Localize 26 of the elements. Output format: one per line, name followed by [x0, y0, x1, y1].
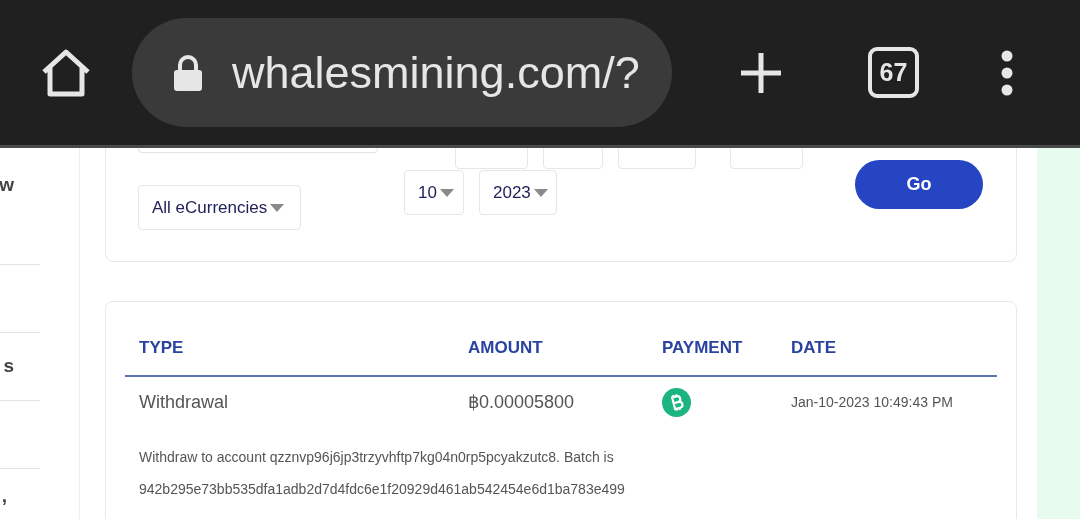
- menu-icon[interactable]: [1001, 49, 1013, 96]
- new-tab-icon[interactable]: [739, 50, 783, 95]
- bitcoin-icon: [662, 387, 691, 417]
- url-text: whalesmining.com/?: [232, 46, 640, 99]
- dropdown-caret-icon: [439, 188, 454, 197]
- amount-cell: ฿0.00005800: [454, 376, 648, 427]
- transaction-description: Withdraw to account qzznvp96j6jp3trzyvhftp7kg04n0rp5pcyakzutc8. Batch is 942b295e73bb535dfa1adb2d7d4fdc6e1f20929d461ab542454e6d1ba783e499: [139, 448, 626, 499]
- date-cell: Jan-10-2023 10:49:43 PM: [777, 376, 997, 427]
- type-cell: Withdrawal: [125, 376, 454, 427]
- day-select[interactable]: 10: [404, 170, 464, 215]
- home-icon[interactable]: [40, 47, 92, 98]
- tab-count-button[interactable]: 67: [868, 47, 919, 98]
- go-button[interactable]: Go: [855, 160, 983, 209]
- column-header[interactable]: TYPE: [125, 322, 454, 376]
- column-header[interactable]: PAYMENT: [648, 322, 777, 376]
- column-header[interactable]: DATE: [777, 322, 997, 376]
- dropdown-caret-icon: [533, 188, 548, 197]
- dropdown-caret-icon: [270, 203, 285, 212]
- nav-item[interactable]: ,: [1, 485, 7, 507]
- currency-select[interactable]: All eCurrencies: [138, 185, 301, 230]
- nav-item[interactable]: s: [3, 355, 14, 377]
- lock-icon: [172, 54, 204, 91]
- nav-item[interactable]: w: [0, 174, 14, 196]
- column-header[interactable]: AMOUNT: [454, 322, 648, 376]
- year-select[interactable]: 2023: [479, 170, 557, 215]
- address-bar[interactable]: whalesmining.com/?: [132, 18, 672, 127]
